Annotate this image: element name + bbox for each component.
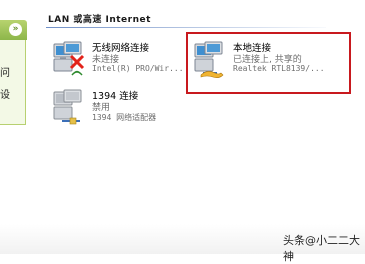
1394-connection-item[interactable]: 1394 连接 禁用 1394 网络适配器	[52, 88, 192, 128]
sidebar-item-2[interactable]: 设	[0, 86, 10, 101]
wireless-network-icon	[53, 41, 85, 76]
highlight-box	[186, 32, 351, 94]
wireless-connection-item[interactable]: 无线网络连接 未连接 Intel(R) PRO/Wir...	[52, 40, 192, 80]
group-heading: LAN 或高速 Internet	[48, 15, 151, 25]
task-sidebar: » 问 设	[0, 0, 27, 254]
sidebar-item-1[interactable]: 问	[0, 64, 10, 79]
sidebar-panel: 问 设	[0, 40, 26, 125]
watermark: 头条@小二二大神	[283, 234, 360, 263]
collapse-chevron-icon[interactable]: »	[9, 23, 22, 36]
group-divider	[46, 27, 326, 28]
connection-device: 1394 网络适配器	[92, 113, 157, 122]
connection-device: Intel(R) PRO/Wir...	[92, 64, 184, 73]
1394-connection-icon	[53, 89, 82, 125]
sidebar-section-header[interactable]: »	[0, 20, 27, 40]
